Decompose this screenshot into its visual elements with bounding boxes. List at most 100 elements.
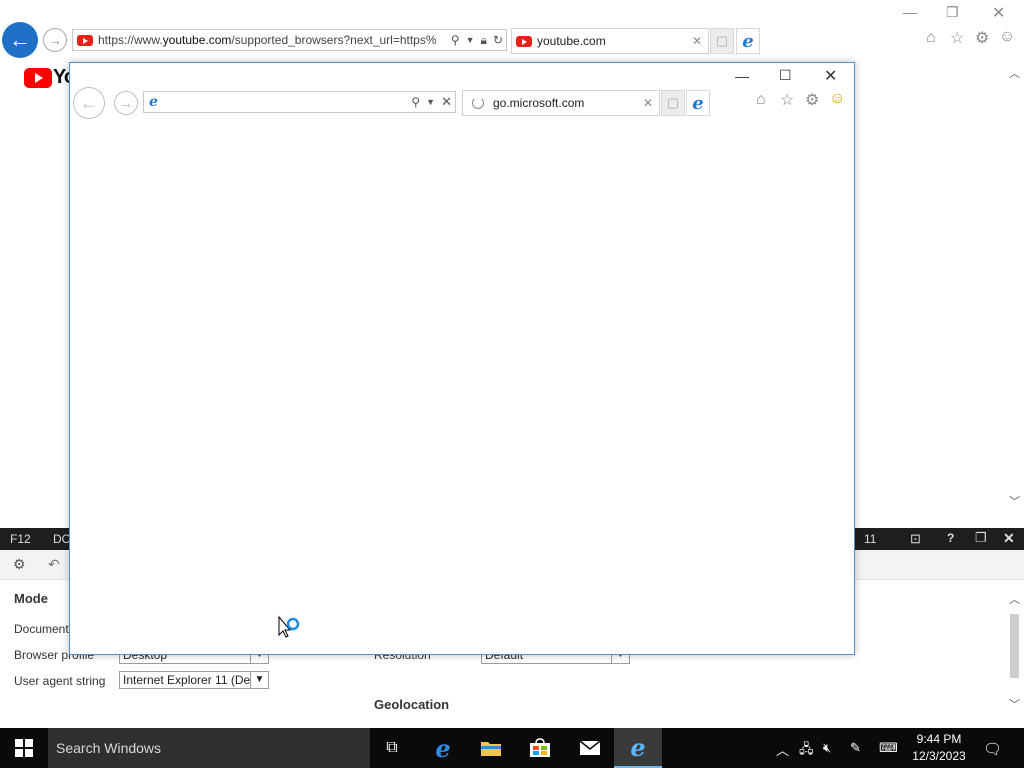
ie-page-icon: e bbox=[149, 94, 158, 110]
youtube-logo[interactable]: Yo bbox=[24, 66, 76, 89]
store-button[interactable] bbox=[516, 728, 564, 768]
smiley-feedback-icon[interactable]: ☺ bbox=[999, 28, 1015, 46]
youtube-favicon-icon bbox=[77, 34, 93, 46]
restore-icon[interactable]: ❐ bbox=[946, 4, 959, 21]
devtools-scrollbar[interactable]: ︿ ﹀ bbox=[1006, 592, 1023, 714]
dropdown-icon[interactable]: ▼ bbox=[466, 35, 475, 45]
ie-logo-icon: e bbox=[742, 30, 754, 52]
popup-address-bar[interactable]: e ⚲ ▼ ✕ bbox=[143, 91, 456, 113]
favorites-star-icon[interactable]: ☆ bbox=[780, 90, 794, 110]
clock-date: 12/3/2023 bbox=[912, 749, 966, 763]
ie-taskbar-button[interactable]: e bbox=[614, 728, 662, 768]
scroll-down-icon[interactable]: ﹀ bbox=[1006, 494, 1023, 511]
pen-ink-icon[interactable]: ✎ bbox=[850, 740, 861, 756]
favorites-star-icon[interactable]: ☆ bbox=[950, 28, 964, 48]
youtube-play-icon bbox=[24, 67, 52, 88]
new-tab-button[interactable]: ▢ bbox=[710, 28, 734, 54]
busy-cursor-icon bbox=[273, 611, 301, 639]
forward-arrow-icon: → bbox=[48, 32, 62, 48]
help-icon[interactable]: ? bbox=[947, 531, 954, 545]
network-icon[interactable]: 🖧︎ bbox=[799, 740, 814, 762]
refresh-icon[interactable]: ↻ bbox=[493, 33, 503, 47]
user-agent-value: Internet Explorer 11 (De bbox=[123, 673, 251, 687]
store-bag-icon bbox=[530, 738, 550, 757]
maximize-icon[interactable]: ☐ bbox=[779, 67, 792, 84]
back-button[interactable]: ← bbox=[2, 22, 38, 58]
close-tab-icon[interactable]: ✕ bbox=[643, 96, 653, 110]
windows-logo-icon bbox=[15, 739, 33, 757]
dropdown-icon[interactable]: ▼ bbox=[426, 97, 435, 107]
scroll-up-icon[interactable]: ︿ bbox=[1006, 592, 1023, 609]
close-window-icon[interactable]: ✕ bbox=[992, 3, 1005, 23]
ie-logo-icon: e bbox=[692, 92, 704, 114]
popup-browser-window: ← → e ⚲ ▼ ✕ go.microsoft.com ✕ ▢ e — ☐ ✕… bbox=[69, 62, 855, 655]
f12-label: F12 bbox=[10, 532, 31, 546]
home-icon[interactable]: ⌂ bbox=[756, 91, 766, 109]
console-icon[interactable]: ⊡ bbox=[910, 531, 921, 547]
loading-spinner-icon bbox=[472, 97, 484, 109]
forward-button[interactable]: → bbox=[43, 28, 67, 52]
url-prefix: https://www. bbox=[98, 33, 163, 47]
gear-icon[interactable]: ⚙ bbox=[805, 90, 819, 110]
scroll-down-icon[interactable]: ﹀ bbox=[1006, 697, 1023, 714]
back-arrow-icon: ← bbox=[9, 27, 31, 52]
close-devtools-icon[interactable]: ✕ bbox=[1003, 530, 1015, 547]
address-url: https://www.youtube.com/supported_browse… bbox=[98, 33, 448, 47]
chevron-down-icon: ▼ bbox=[250, 672, 268, 688]
close-tab-icon[interactable]: ✕ bbox=[692, 34, 702, 48]
document-mode-indicator[interactable]: 11 bbox=[864, 532, 876, 546]
page-scrollbar[interactable]: ︿ ﹀ bbox=[1006, 66, 1023, 512]
tab-title: go.microsoft.com bbox=[493, 96, 585, 110]
address-bar[interactable]: https://www.youtube.com/supported_browse… bbox=[72, 29, 507, 51]
url-domain: youtube.com bbox=[162, 33, 232, 47]
tab-youtube[interactable]: youtube.com ✕ bbox=[511, 28, 709, 54]
youtube-tab-favicon-icon bbox=[516, 35, 532, 47]
close-window-icon[interactable]: ✕ bbox=[824, 66, 837, 86]
scroll-thumb[interactable] bbox=[1010, 614, 1019, 678]
stop-icon[interactable]: ✕ bbox=[441, 94, 452, 110]
new-tab-icon: ▢ bbox=[715, 33, 729, 48]
popup-forward-button[interactable]: → bbox=[114, 91, 138, 115]
new-tab-button[interactable]: ▢ bbox=[661, 90, 685, 116]
search-icon[interactable]: ⚲ bbox=[451, 33, 460, 47]
taskbar: Search Windows ⧉ e e ︿ 🖧︎ 🔇︎ ✎ ⌨ 9:44 PM… bbox=[0, 728, 1024, 768]
keyboard-icon[interactable]: ⌨ bbox=[879, 740, 898, 756]
lock-icon[interactable]: 🔒︎ bbox=[481, 33, 487, 48]
volume-muted-icon[interactable]: 🔇︎ bbox=[823, 740, 831, 756]
start-button[interactable] bbox=[0, 728, 48, 768]
url-path: /supported_browsers?next_url=https% bbox=[231, 33, 437, 47]
search-placeholder: Search Windows bbox=[56, 740, 162, 756]
tab-title: youtube.com bbox=[537, 34, 606, 48]
forward-arrow-icon: → bbox=[119, 95, 133, 111]
minimize-icon[interactable]: — bbox=[735, 68, 749, 84]
show-hidden-icons-icon[interactable]: ︿ bbox=[776, 740, 789, 759]
mail-button[interactable] bbox=[566, 728, 614, 768]
gear-icon[interactable]: ⚙ bbox=[975, 28, 989, 48]
taskbar-search[interactable]: Search Windows bbox=[48, 728, 370, 768]
edge-open-button[interactable]: e bbox=[736, 28, 760, 54]
user-agent-select[interactable]: Internet Explorer 11 (De ▼ bbox=[119, 671, 269, 689]
minimize-icon[interactable]: — bbox=[903, 4, 917, 20]
clock[interactable]: 9:44 PM 12/3/2023 bbox=[906, 731, 972, 765]
mail-envelope-icon bbox=[579, 740, 601, 755]
undock-icon[interactable]: ❐ bbox=[975, 530, 987, 546]
search-icon[interactable]: ⚲ bbox=[411, 95, 420, 109]
task-view-icon: ⧉ bbox=[386, 739, 398, 756]
settings-icon[interactable]: ⚙ bbox=[13, 556, 26, 573]
scroll-up-icon[interactable]: ︿ bbox=[1006, 66, 1023, 83]
task-view-button[interactable]: ⧉ bbox=[368, 728, 416, 768]
undo-icon[interactable]: ↶ bbox=[48, 556, 60, 573]
mode-heading: Mode bbox=[14, 591, 48, 606]
document-mode-label: Document bbox=[14, 622, 69, 636]
edge-open-button[interactable]: e bbox=[686, 90, 710, 116]
file-explorer-button[interactable] bbox=[467, 728, 515, 768]
back-arrow-icon: ← bbox=[80, 92, 98, 113]
edge-taskbar-button[interactable]: e bbox=[419, 728, 467, 768]
action-center-icon[interactable]: 🗨︎ bbox=[983, 740, 1002, 758]
popup-back-button[interactable]: ← bbox=[73, 87, 105, 119]
smiley-feedback-icon[interactable]: ☺ bbox=[829, 90, 845, 108]
folder-icon bbox=[481, 742, 501, 756]
tab-go-microsoft[interactable]: go.microsoft.com ✕ bbox=[462, 90, 660, 116]
user-agent-label: User agent string bbox=[14, 674, 106, 688]
home-icon[interactable]: ⌂ bbox=[926, 29, 936, 47]
